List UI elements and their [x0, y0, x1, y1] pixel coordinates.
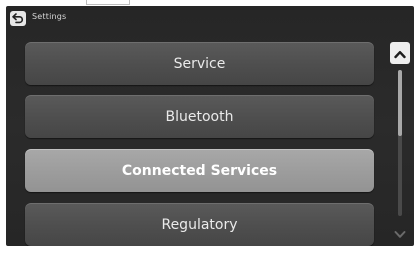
menu-item-label: Bluetooth — [165, 108, 234, 125]
settings-screen: Settings Service Bluetooth Connected Ser… — [6, 6, 414, 246]
chevron-down-icon — [394, 224, 406, 243]
menu-item-bluetooth[interactable]: Bluetooth — [25, 95, 374, 138]
back-button[interactable] — [10, 11, 26, 26]
menu-item-regulatory[interactable]: Regulatory — [25, 203, 374, 246]
menu-item-label: Regulatory — [161, 216, 238, 233]
scroll-down-button[interactable] — [392, 224, 408, 242]
header-bar: Settings — [6, 6, 414, 32]
menu-item-label: Connected Services — [121, 162, 278, 179]
chevron-up-icon — [394, 44, 406, 63]
scrollbar[interactable] — [390, 42, 412, 246]
frame-notch — [86, 0, 130, 5]
back-arrow-icon — [12, 13, 24, 24]
scroll-up-button[interactable] — [390, 42, 410, 64]
page-title: Settings — [32, 12, 67, 21]
scroll-thumb[interactable] — [398, 70, 402, 136]
menu-item-service[interactable]: Service — [25, 42, 374, 85]
menu-item-connected-services[interactable]: Connected Services — [25, 149, 374, 192]
scroll-track[interactable] — [398, 70, 402, 216]
menu-item-label: Service — [173, 55, 226, 72]
